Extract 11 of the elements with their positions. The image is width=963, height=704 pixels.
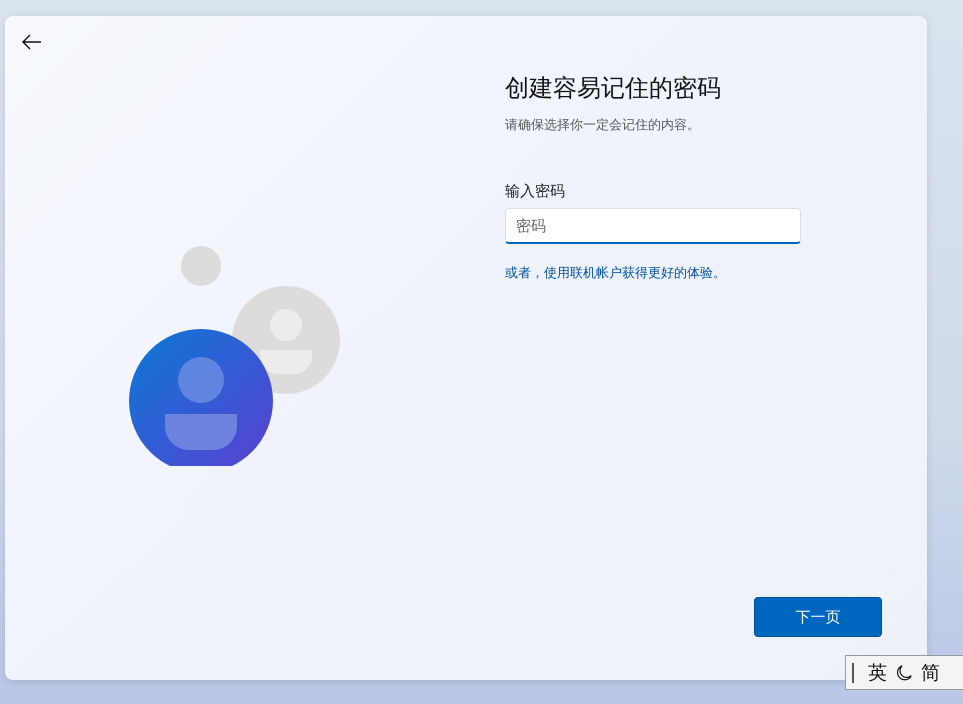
page-subtitle: 请确保选择你一定会记住的内容。 [505,117,700,134]
page-title: 创建容易记住的密码 [505,73,721,104]
moon-icon[interactable] [895,664,913,682]
password-field[interactable]: 密码 [505,208,801,244]
back-arrow-icon[interactable] [22,34,42,50]
ime-mode-button[interactable]: 简 [921,660,940,686]
next-button[interactable]: 下一页 [754,597,882,637]
field-label: 输入密码 [505,182,565,201]
ime-mode-button[interactable]: 英 [868,660,887,686]
online-account-link[interactable]: 或者，使用联机帐户获得更好的体验。 [505,264,726,282]
grip-handle[interactable] [852,662,854,682]
